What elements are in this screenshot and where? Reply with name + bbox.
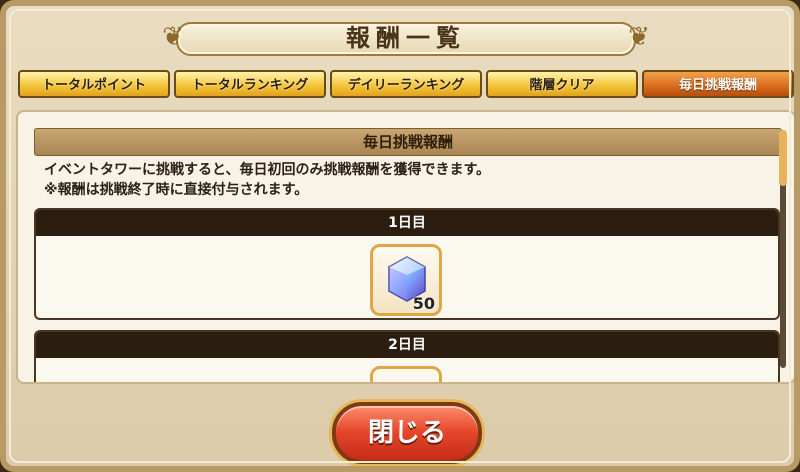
reward-item[interactable]: 50 bbox=[370, 244, 442, 316]
section-header: 毎日挑戦報酬 bbox=[34, 128, 782, 156]
day-card-1: 1日目 50 bbox=[34, 208, 780, 320]
day-header: 2日目 bbox=[36, 332, 778, 358]
day-header: 1日目 bbox=[36, 210, 778, 236]
close-button[interactable]: 閉じる bbox=[332, 402, 482, 464]
tab-daily-ranking[interactable]: デイリーランキング bbox=[330, 70, 482, 98]
reward-dialog: ❦ ❦ 報酬一覧 トータルポイント トータルランキング デイリーランキング 階層… bbox=[0, 0, 800, 472]
title-bar: ❦ ❦ 報酬一覧 bbox=[162, 16, 650, 58]
dialog-title: 報酬一覧 bbox=[346, 24, 466, 52]
reward-quantity: 50 bbox=[412, 294, 435, 313]
description-line-2: ※報酬は挑戦終了時に直接付与されます。 bbox=[44, 182, 309, 198]
scrollbar-thumb[interactable] bbox=[779, 130, 787, 186]
tab-floor-clear[interactable]: 階層クリア bbox=[486, 70, 638, 98]
tab-total-ranking[interactable]: トータルランキング bbox=[174, 70, 326, 98]
tab-daily-challenge-reward[interactable]: 毎日挑戦報酬 bbox=[642, 70, 794, 98]
scrollbar[interactable] bbox=[779, 130, 787, 368]
reward-item[interactable] bbox=[370, 366, 442, 382]
reward-list-panel[interactable]: 毎日挑戦報酬 イベントタワーに挑戦すると、毎日初回のみ挑戦報酬を獲得できます。 … bbox=[16, 110, 794, 384]
tab-total-points[interactable]: トータルポイント bbox=[18, 70, 170, 98]
tab-bar: トータルポイント トータルランキング デイリーランキング 階層クリア 毎日挑戦報… bbox=[18, 70, 794, 100]
description-line-1: イベントタワーに挑戦すると、毎日初回のみ挑戦報酬を獲得できます。 bbox=[44, 162, 491, 178]
day-card-2: 2日目 bbox=[34, 330, 780, 382]
section-description: イベントタワーに挑戦すると、毎日初回のみ挑戦報酬を獲得できます。 ※報酬は挑戦終… bbox=[44, 160, 774, 200]
